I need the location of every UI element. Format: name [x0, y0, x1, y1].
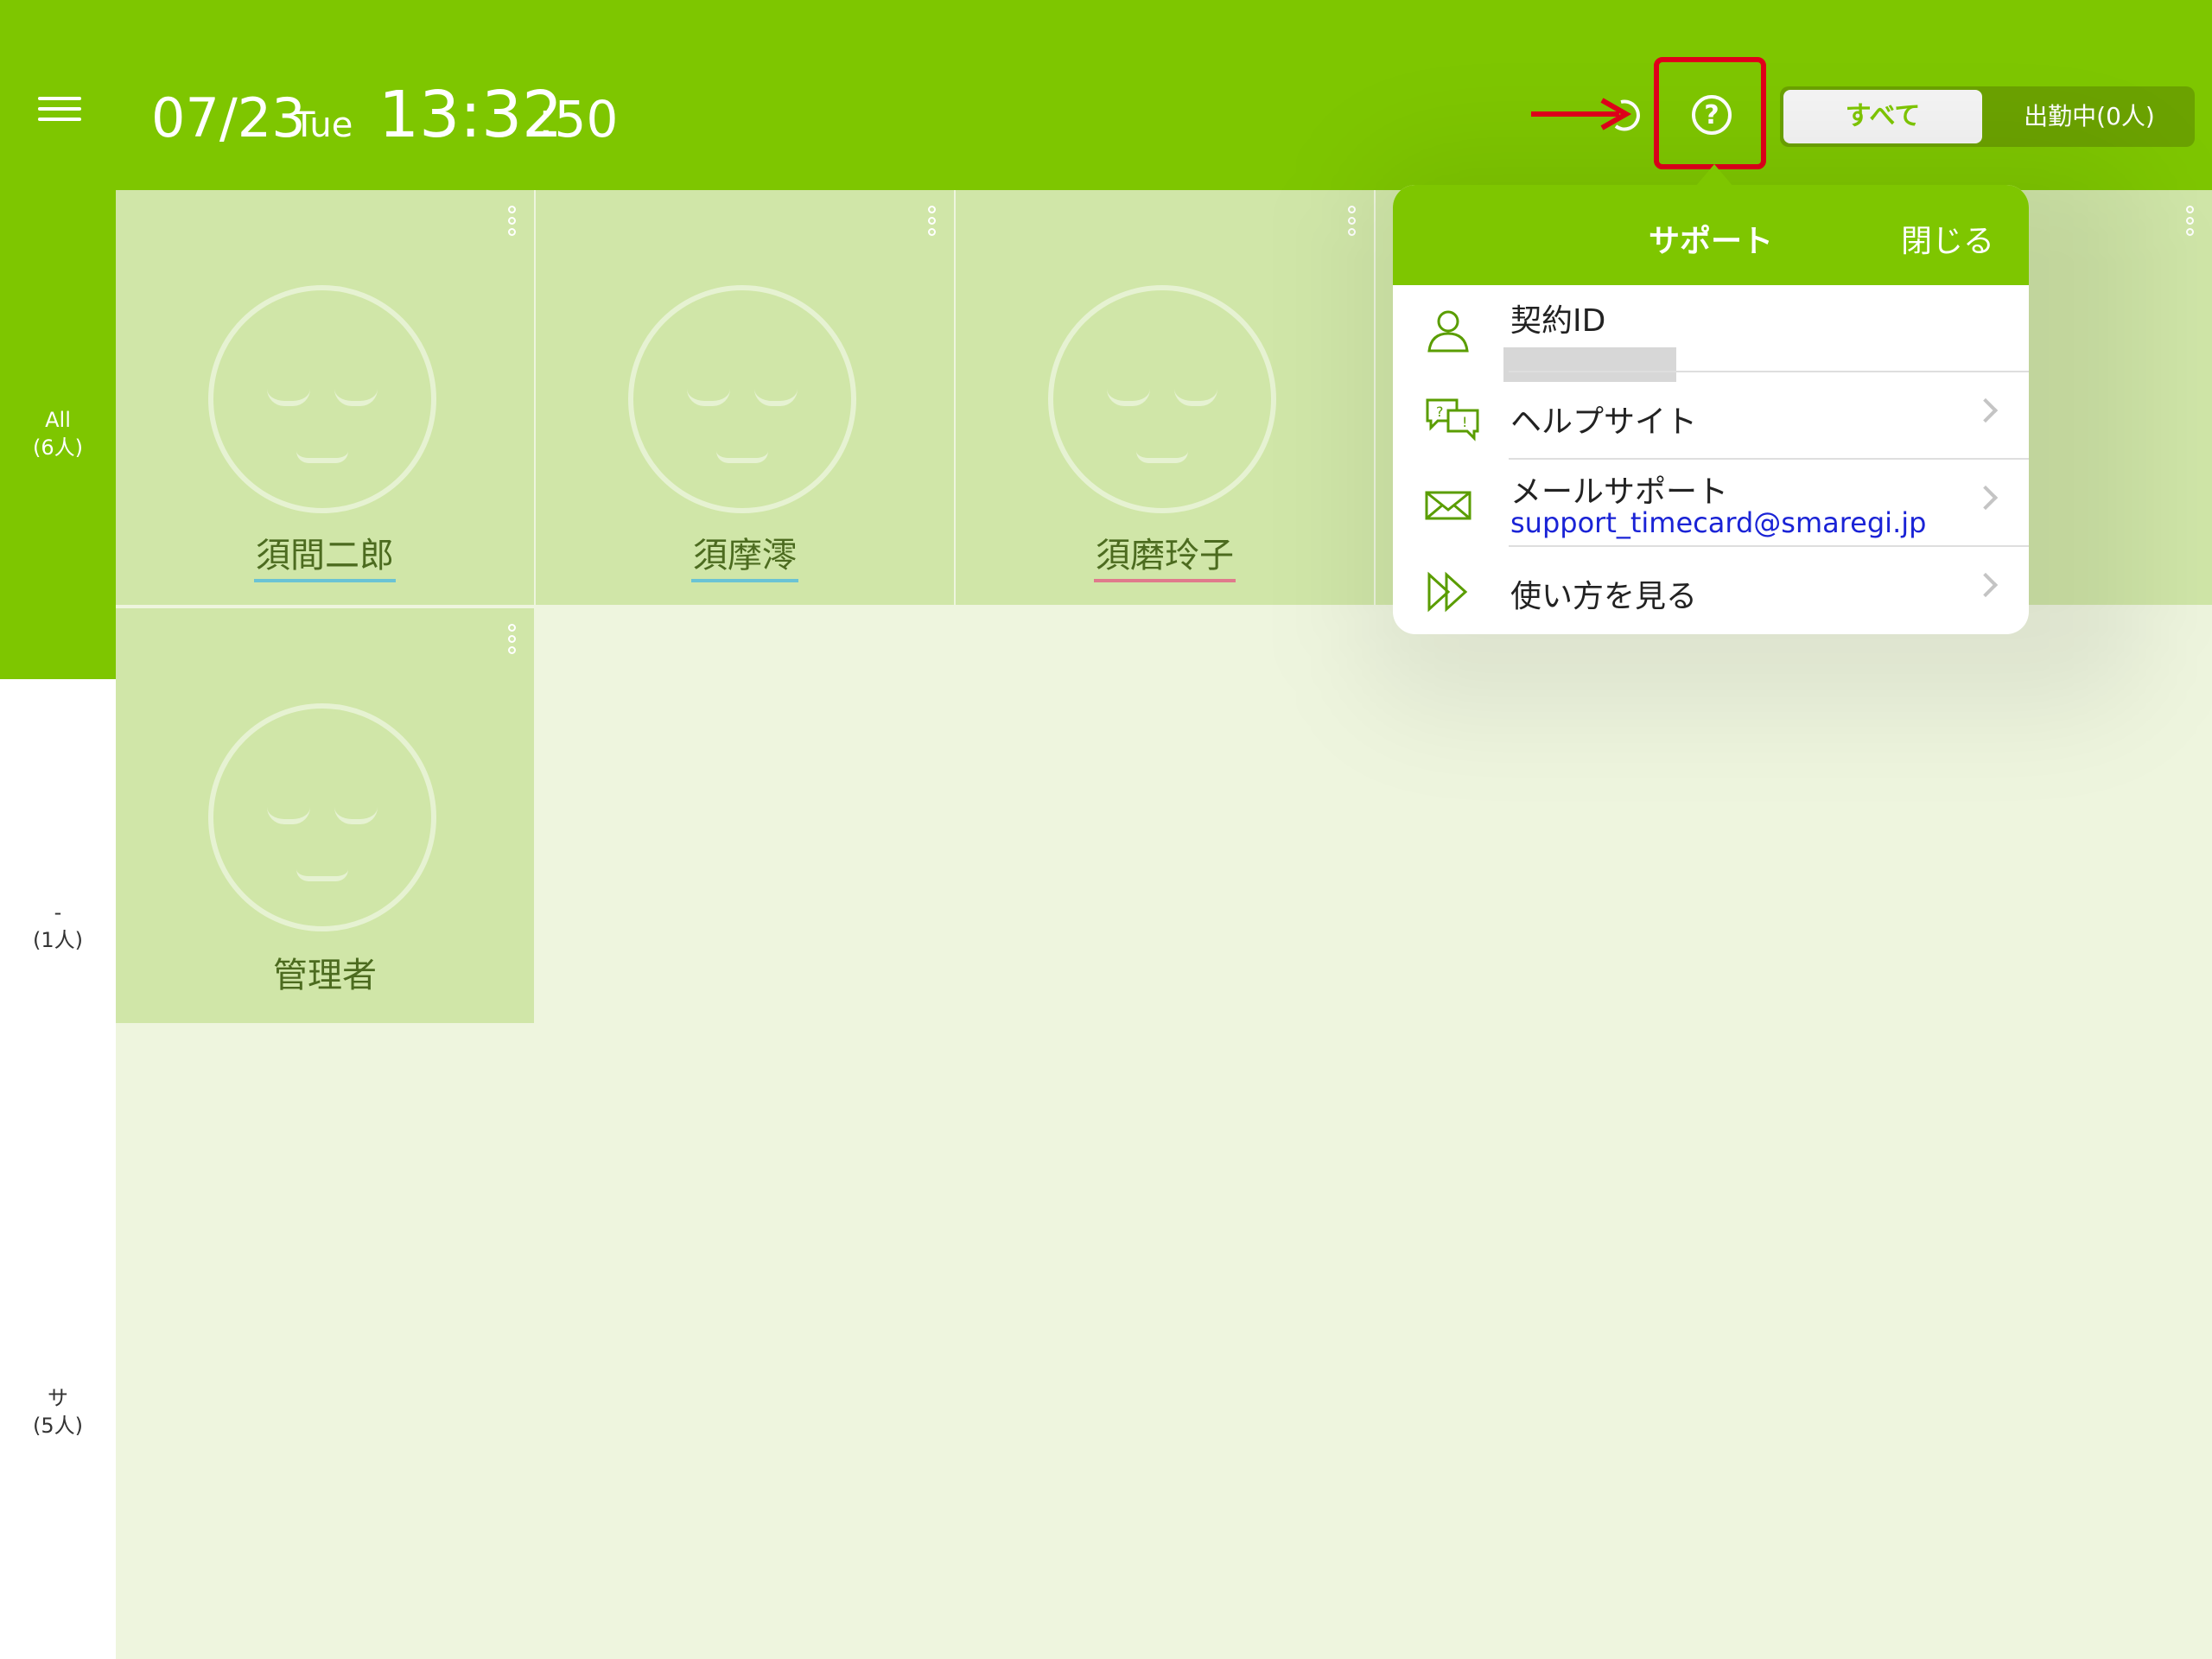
svg-text:?: ? [1436, 404, 1444, 420]
help-button-highlight: ? [1654, 57, 1766, 169]
staff-name: 須間二郎 [254, 536, 396, 582]
staff-name: 須摩澪 [691, 536, 798, 582]
sidebar-item-label: - [54, 900, 62, 925]
staff-card[interactable]: 須磨玲子 [956, 190, 1374, 605]
popover-pointer [1695, 164, 1733, 187]
popover-header: サポート 閉じる [1393, 185, 2029, 285]
staff-name: 須磨玲子 [1094, 536, 1236, 582]
row-title: ヘルプサイト [1510, 404, 1698, 440]
avatar-face-icon [628, 285, 856, 513]
sidebar-item-count: (1人) [33, 928, 83, 952]
avatar-face-icon [208, 703, 436, 931]
svg-text:!: ! [1462, 414, 1467, 430]
sidebar-item-count: (5人) [33, 1414, 83, 1438]
chevron-right-icon [1973, 572, 1999, 598]
row-title: メールサポート [1510, 474, 1729, 510]
hamburger-menu-icon[interactable] [38, 97, 81, 131]
date-label: 07/23 [151, 86, 306, 149]
more-options-icon[interactable] [2186, 206, 2196, 240]
staff-card[interactable]: 管理者 [116, 608, 534, 1023]
close-button[interactable]: 閉じる [1901, 216, 1994, 261]
support-email-link[interactable]: support_timecard@smaregi.jp [1510, 506, 1926, 539]
filter-working-button[interactable]: 出勤中(0人) [1987, 90, 2191, 143]
filter-all-button[interactable]: すべて [1783, 90, 1982, 143]
mail-support-row[interactable]: メールサポート support_timecard@smaregi.jp [1393, 460, 2029, 547]
fast-forward-icon [1427, 571, 1468, 613]
clock-hours-minutes: 13:32 [378, 78, 563, 152]
chevron-right-icon [1973, 485, 1999, 511]
mail-icon [1425, 491, 1471, 520]
how-to-use-row[interactable]: 使い方を見る [1393, 547, 2029, 634]
contract-id-row: 契約ID [1393, 285, 2029, 382]
help-icon[interactable]: ? [1692, 95, 1732, 135]
day-of-week-label: Tue [294, 105, 353, 145]
avatar-face-icon [208, 285, 436, 513]
more-options-icon[interactable] [508, 624, 518, 658]
row-title: 契約ID [1510, 303, 1606, 339]
avatar-face-icon [1048, 285, 1276, 513]
sidebar-item-unassigned[interactable]: - (1人) [0, 899, 116, 954]
more-options-icon[interactable] [508, 206, 518, 240]
more-options-icon[interactable] [928, 206, 938, 240]
support-popover: サポート 閉じる 契約ID ? ! ヘルプサイト メールサポート support… [1393, 185, 2029, 634]
sidebar-item-count: (6人) [33, 435, 83, 460]
more-options-icon[interactable] [1348, 206, 1358, 240]
staff-card[interactable]: 須間二郎 [116, 190, 534, 605]
sidebar-item-label: サ [48, 1386, 68, 1410]
row-title: 使い方を見る [1510, 579, 1698, 614]
attendance-filter: すべて 出勤中(0人) [1780, 86, 2195, 147]
annotation-arrow-icon [1531, 98, 1640, 131]
sidebar-item-sa[interactable]: サ (5人) [0, 1384, 116, 1440]
sidebar-item-label: All [45, 408, 71, 432]
group-sidebar: All (6人) - (1人) サ (5人) [0, 190, 116, 1659]
chevron-right-icon [1973, 397, 1999, 423]
staff-name: 管理者 [273, 956, 377, 995]
chat-bubbles-icon: ? ! [1426, 398, 1479, 442]
person-icon [1427, 310, 1469, 353]
staff-card[interactable]: 須摩澪 [536, 190, 954, 605]
sidebar-item-all[interactable]: All (6人) [0, 190, 116, 679]
clock-seconds: :50 [537, 90, 619, 149]
help-site-row[interactable]: ? ! ヘルプサイト [1393, 372, 2029, 460]
